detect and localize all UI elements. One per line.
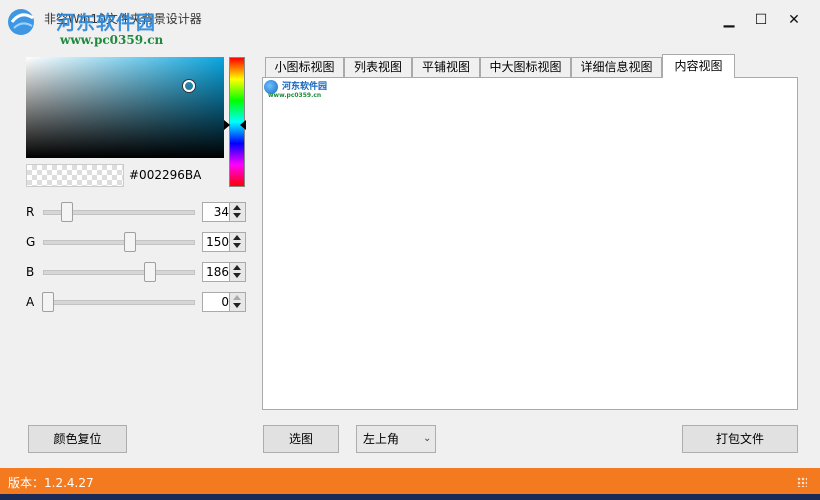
minimize-button[interactable]: ▁: [715, 8, 743, 32]
color-preview-swatch: [26, 164, 124, 187]
spin-down-icon[interactable]: [233, 303, 241, 308]
tab-small-icons[interactable]: 小图标视图: [265, 57, 344, 77]
tab-content[interactable]: 内容视图: [662, 54, 735, 78]
channel-b-thumb[interactable]: [144, 262, 157, 282]
desktop-strip: [0, 494, 820, 500]
chevron-down-icon[interactable]: ⌄: [423, 433, 431, 444]
spin-up-icon[interactable]: [233, 265, 241, 270]
hex-value-label: #002296BA: [129, 168, 202, 182]
maximize-button[interactable]: ☐: [747, 8, 775, 32]
channel-g-thumb[interactable]: [124, 232, 137, 252]
select-image-button[interactable]: 选图: [263, 425, 339, 453]
color-picker-handle[interactable]: [183, 80, 195, 92]
channel-a-track[interactable]: [43, 300, 195, 305]
spin-down-icon[interactable]: [233, 213, 241, 218]
reset-color-button[interactable]: 颜色复位: [28, 425, 127, 453]
status-bar: [0, 468, 820, 494]
channel-a-input[interactable]: 0: [202, 292, 232, 312]
channel-b-label: B: [26, 265, 35, 279]
hue-marker-left-icon[interactable]: [224, 120, 230, 130]
watermark-logo-icon: [8, 9, 34, 35]
saturation-value-picker[interactable]: [26, 57, 224, 158]
spin-up-icon[interactable]: [233, 235, 241, 240]
resize-grip-icon[interactable]: [797, 477, 807, 487]
spin-down-icon[interactable]: [233, 273, 241, 278]
tab-medium-large-icons[interactable]: 中大图标视图: [480, 57, 571, 77]
channel-r-spinner[interactable]: [229, 202, 246, 222]
preview-logo-name: 河东软件园: [282, 82, 328, 92]
channel-g-spinner[interactable]: [229, 232, 246, 252]
channel-r-thumb[interactable]: [60, 202, 73, 222]
channel-b-spinner[interactable]: [229, 262, 246, 282]
channel-b-input[interactable]: 186: [202, 262, 232, 282]
position-select-value: 左上角: [363, 432, 400, 446]
tab-tiles[interactable]: 平铺视图: [412, 57, 480, 77]
pack-files-button[interactable]: 打包文件: [682, 425, 798, 453]
channel-a-thumb[interactable]: [42, 292, 54, 312]
preview-logo-url: www.pc0359.cn: [268, 92, 322, 99]
channel-g-input[interactable]: 150: [202, 232, 232, 252]
channel-r-input[interactable]: 34: [202, 202, 232, 222]
watermark-name: 河东软件园: [56, 12, 157, 34]
version-label: 版本：1.2.4.27: [8, 476, 94, 490]
spin-up-icon[interactable]: [233, 205, 241, 210]
hue-marker-right-icon[interactable]: [240, 120, 246, 130]
close-button[interactable]: ✕: [780, 8, 808, 32]
channel-r-label: R: [26, 205, 35, 219]
channel-g-track[interactable]: [43, 240, 195, 245]
tab-list[interactable]: 列表视图: [344, 57, 412, 77]
preview-panel: [262, 77, 798, 410]
spin-up-icon[interactable]: [233, 295, 241, 300]
watermark-url: www.pc0359.cn: [60, 33, 164, 47]
channel-g-label: G: [26, 235, 36, 249]
spin-down-icon[interactable]: [233, 243, 241, 248]
channel-a-label: A: [26, 295, 35, 309]
tab-details[interactable]: 详细信息视图: [571, 57, 662, 77]
channel-b-track[interactable]: [43, 270, 195, 275]
channel-a-spinner[interactable]: [229, 292, 246, 312]
